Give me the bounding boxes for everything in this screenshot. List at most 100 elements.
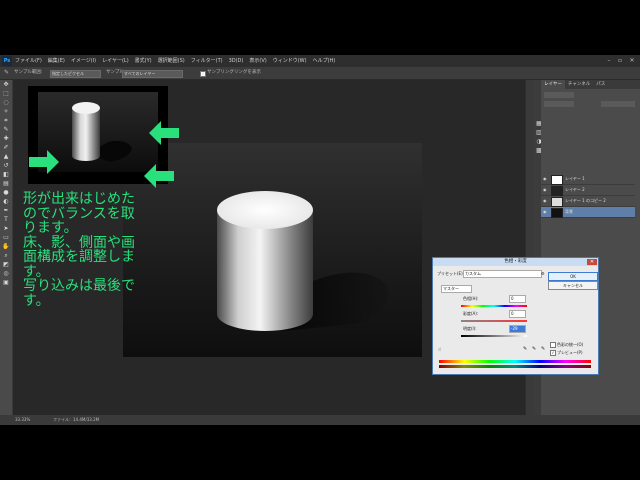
arrow-left-bottom-icon	[144, 164, 174, 188]
visibility-eye-icon[interactable]: ◉	[543, 187, 547, 192]
document-info[interactable]: ファイル：14.4M/33.2M	[53, 415, 99, 425]
close-icon[interactable]: ✕	[587, 259, 597, 265]
hue-slider[interactable]	[461, 305, 527, 307]
preset-menu-icon[interactable]: ⚙	[541, 271, 545, 276]
ok-button[interactable]: OK	[548, 272, 598, 281]
tab-paths[interactable]: パス	[593, 80, 608, 89]
hue-label: 色相(H):	[463, 296, 479, 301]
close-icon[interactable]: ✕	[627, 55, 637, 67]
quick-mask-icon[interactable]: ◎	[2, 270, 10, 278]
visibility-eye-icon[interactable]: ◉	[543, 209, 547, 214]
path-select-tool-icon[interactable]: ➤	[2, 225, 10, 233]
photoshop-logo-icon: Ps	[2, 56, 12, 66]
hand-tool-icon[interactable]: ✋	[2, 243, 10, 251]
options-bar: ✎ サンプル範囲: 指定したピクセル サンプル: すべてのレイヤー ✓ サンプリ…	[0, 67, 640, 80]
layer-thumbnail	[551, 186, 563, 196]
saturation-slider[interactable]	[461, 320, 527, 322]
hue-field[interactable]: 0	[509, 295, 526, 303]
menu-view[interactable]: 表示(V)	[249, 55, 266, 67]
eyedropper-plus-icon[interactable]: ✎	[532, 346, 536, 352]
menu-filter[interactable]: フィルター(T)	[191, 55, 223, 67]
preset-label: プリセット(E):	[437, 271, 464, 276]
brush-tool-icon[interactable]: ✐	[2, 144, 10, 152]
minimize-icon[interactable]: –	[604, 55, 614, 67]
blend-mode-select[interactable]	[544, 101, 574, 107]
sample-size-label: サンプル範囲:	[14, 70, 43, 75]
opacity-field[interactable]	[601, 101, 635, 107]
dodge-tool-icon[interactable]: ◐	[2, 198, 10, 206]
layer-row[interactable]: ◉ レイヤー 1 のコピー 2	[541, 196, 635, 207]
preview-checkbox[interactable]: ✓	[550, 350, 556, 356]
output-color-bar	[439, 365, 591, 368]
menu-3d[interactable]: 3D(D)	[229, 55, 244, 67]
cancel-button[interactable]: キャンセル	[548, 281, 598, 290]
zoom-tool-icon[interactable]: ⌕	[2, 252, 10, 260]
show-ring-checkbox[interactable]: ✓	[200, 71, 206, 77]
sample-layers-select[interactable]: すべてのレイヤー	[122, 70, 183, 78]
colorize-checkbox[interactable]	[550, 342, 556, 348]
type-tool-icon[interactable]: T	[2, 216, 10, 224]
eyedropper-icon[interactable]: ✎	[523, 346, 527, 352]
menu-layer[interactable]: レイヤー(L)	[102, 55, 129, 67]
layer-row[interactable]: ◉ レイヤー 1	[541, 174, 635, 185]
stamp-tool-icon[interactable]: ▲	[2, 153, 10, 161]
layers-panel-tabs: レイヤー チャンネル パス	[541, 80, 640, 89]
eyedropper-icon[interactable]: ✎	[4, 67, 9, 79]
eyedropper-minus-icon[interactable]: ✎	[541, 346, 545, 352]
layer-thumbnail	[551, 197, 563, 207]
arrow-left-top-icon	[149, 121, 179, 145]
color-swatches-icon[interactable]: ◩	[2, 261, 10, 269]
healing-tool-icon[interactable]: ✚	[2, 135, 10, 143]
hue-saturation-dialog: 色相・彩度 ✕ プリセット(E): カスタム ⚙ マスター 色相(H): 0 彩…	[432, 257, 599, 375]
hand-adjust-icon[interactable]: ☝	[438, 347, 441, 353]
crop-tool-icon[interactable]: ⌗	[2, 117, 10, 125]
move-tool-icon[interactable]: ✥	[2, 81, 10, 89]
show-ring-label: サンプリングリングを表示	[207, 70, 261, 75]
input-color-bar	[439, 360, 591, 363]
layer-filter-select[interactable]	[544, 92, 574, 98]
channel-select[interactable]: マスター	[441, 285, 472, 293]
status-bar: 33.33% ファイル：14.4M/33.2M	[13, 415, 640, 425]
tab-channels[interactable]: チャンネル	[565, 80, 593, 89]
menu-edit[interactable]: 編集(E)	[48, 55, 65, 67]
menu-file[interactable]: ファイル(F)	[15, 55, 42, 67]
zoom-level[interactable]: 33.33%	[15, 415, 30, 425]
lasso-tool-icon[interactable]: ◌	[2, 99, 10, 107]
layer-name: レイヤー 1 のコピー 2	[565, 198, 606, 203]
tools-panel: ✥ ⬚ ◌ ✧ ⌗ ✎ ✚ ✐ ▲ ↺ ◧ ▤ ● ◐ ✒ T ➤ ▭ ✋ ⌕ …	[0, 80, 12, 415]
visibility-eye-icon[interactable]: ◉	[543, 176, 547, 181]
dialog-title-bar[interactable]: 色相・彩度 ✕	[433, 258, 598, 266]
quick-select-tool-icon[interactable]: ✧	[2, 108, 10, 116]
layer-name: レイヤー 1	[565, 176, 585, 181]
layer-name: レイヤー 2	[565, 187, 585, 192]
lightness-field[interactable]: -29	[509, 325, 526, 333]
gradient-tool-icon[interactable]: ▤	[2, 180, 10, 188]
eyedropper-tool-icon[interactable]: ✎	[2, 126, 10, 134]
visibility-eye-icon[interactable]: ◉	[543, 198, 547, 203]
menu-select[interactable]: 選択範囲(S)	[158, 55, 185, 67]
layer-name: 背景	[565, 209, 573, 214]
menu-window[interactable]: ウィンドウ(W)	[273, 55, 307, 67]
pen-tool-icon[interactable]: ✒	[2, 207, 10, 215]
eraser-tool-icon[interactable]: ◧	[2, 171, 10, 179]
marquee-tool-icon[interactable]: ⬚	[2, 90, 10, 98]
arrow-right-icon	[29, 150, 59, 174]
screen-mode-icon[interactable]: ▣	[2, 279, 10, 287]
cylinder-top	[217, 191, 313, 229]
lightness-slider[interactable]	[461, 335, 527, 337]
layer-row[interactable]: ◉ レイヤー 2	[541, 185, 635, 196]
sample-size-select[interactable]: 指定したピクセル	[50, 70, 101, 78]
tab-layers[interactable]: レイヤー	[541, 80, 565, 89]
history-brush-icon[interactable]: ↺	[2, 162, 10, 170]
maximize-icon[interactable]: ▫	[615, 55, 625, 67]
menu-image[interactable]: イメージ(I)	[71, 55, 96, 67]
preset-select[interactable]: カスタム	[463, 270, 542, 278]
menu-help[interactable]: ヘルプ(H)	[313, 55, 336, 67]
cylinder-bottom	[217, 297, 313, 331]
shape-tool-icon[interactable]: ▭	[2, 234, 10, 242]
blur-tool-icon[interactable]: ●	[2, 189, 10, 197]
saturation-label: 彩度(A):	[463, 311, 479, 316]
saturation-field[interactable]: 0	[509, 310, 526, 318]
layer-row-selected[interactable]: ◉ 背景	[541, 207, 635, 218]
menu-type[interactable]: 書式(Y)	[135, 55, 152, 67]
